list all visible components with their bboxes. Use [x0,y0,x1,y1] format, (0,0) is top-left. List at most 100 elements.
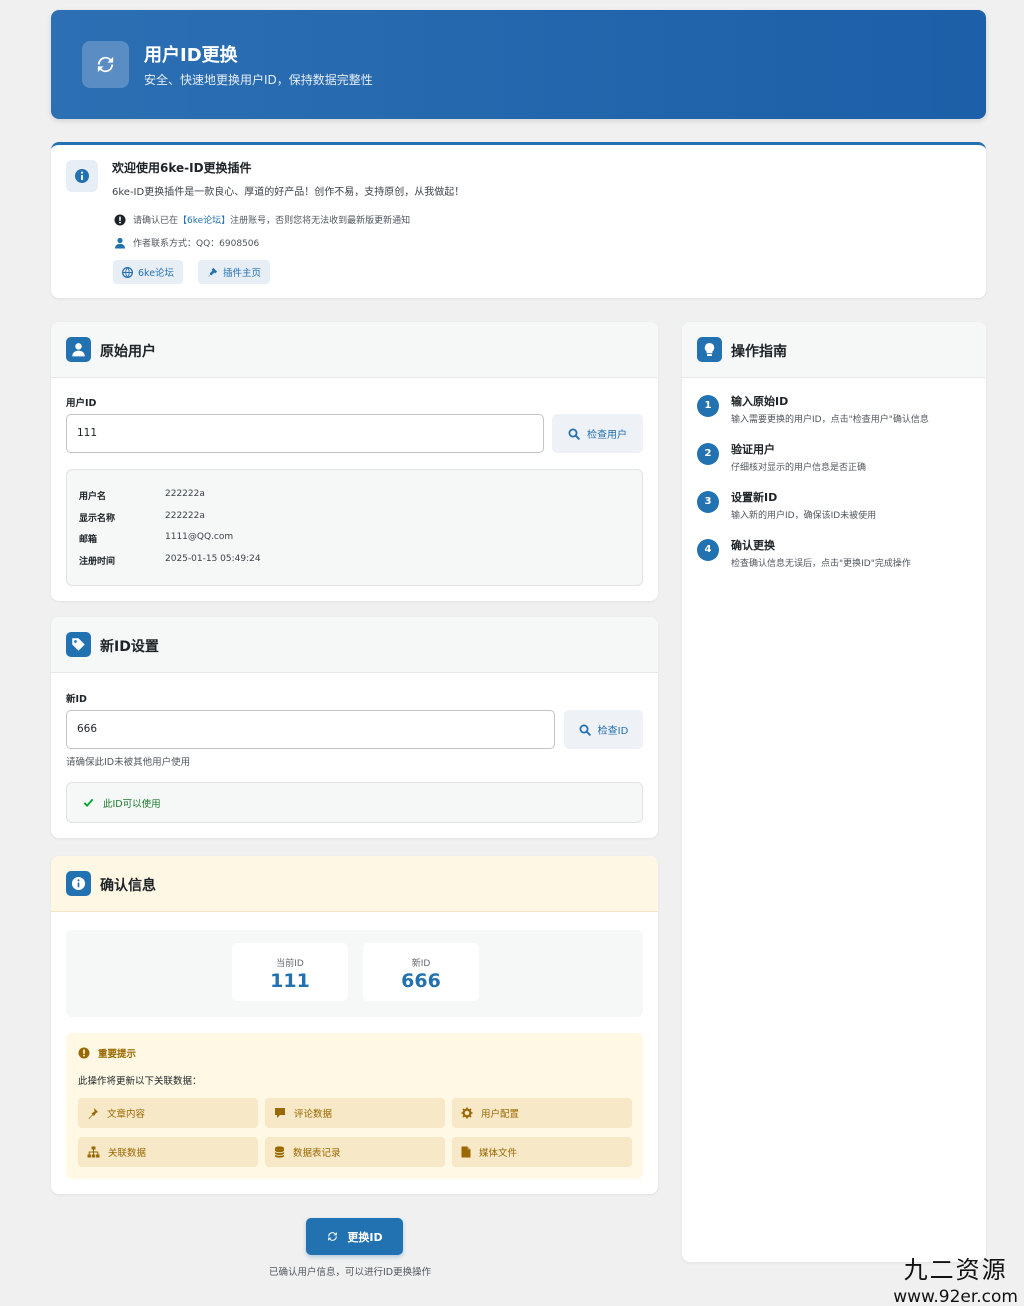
affected-item: 评论数据 [265,1098,445,1128]
step-title: 输入原始ID [731,395,789,408]
check-id-button[interactable]: 检查ID [564,710,643,749]
pin-icon [88,1108,98,1119]
info-icon [66,871,91,896]
info-value: 222222a [165,489,205,499]
confirm-title: 确认信息 [100,878,156,894]
info-row: 用户名 222222a [79,489,205,502]
watermark-url: www.92er.com [893,1287,1018,1306]
affected-item: 用户配置 [452,1098,632,1128]
info-row: 显示名称 222222a [79,511,205,524]
sync-icon [82,41,129,88]
sync-icon [328,1232,338,1241]
step-desc: 输入需要更换的用户ID，点击"检查用户"确认信息 [731,415,929,425]
user-icon [66,337,91,362]
original-user-card: 原始用户 用户ID 111 检查用户 用户名 222222a 显示名称 222222… [51,322,658,601]
step-title: 设置新ID [731,491,778,504]
info-key: 注册时间 [79,557,116,567]
affected-item-label: 文章内容 [107,1109,146,1120]
watermark: 九二资源 www.92er.com [893,1250,1018,1306]
step-number: 3 [697,491,719,513]
new-id-card: 新ID设置 新ID 666 检查ID 请确保此ID未被其他用户使用 此ID可以使… [51,617,658,838]
step-number: 2 [697,443,719,465]
change-id-label: 更换ID [347,1230,383,1244]
notice-title-row: 重要提示 [78,1046,136,1060]
user-id-label: 用户ID [66,398,97,409]
important-notice: 重要提示 此操作将更新以下关联数据： 文章内容 评论数据 用户配置 关联数据 数… [66,1033,643,1179]
affected-item: 文章内容 [78,1098,258,1128]
notice-suffix: 注册账号，否则您将无法收到最新版更新通知 [230,216,411,226]
id-compare-panel: 当前ID 111 新ID 666 [66,930,643,1017]
current-id-box: 当前ID 111 [232,943,348,1001]
guide-title: 操作指南 [731,344,787,360]
new-id-header: 新ID设置 [51,617,658,673]
info-row: 邮箱 1111@QQ.com [79,532,233,545]
user-id-input[interactable]: 111 [66,414,544,453]
guide-header: 操作指南 [682,322,986,378]
search-icon [579,724,591,736]
info-value: 1111@QQ.com [165,532,234,542]
new-id-label: 新ID [66,694,87,705]
user-info-panel: 用户名 222222a 显示名称 222222a 邮箱 1111@QQ.com 注册时… [66,469,643,586]
original-user-header: 原始用户 [51,322,658,378]
step-desc: 仔细核对显示的用户信息是否正确 [731,463,867,473]
step-desc: 检查确认信息无误后，点击"更换ID"完成操作 [731,559,911,569]
current-id-value: 111 [270,970,310,992]
gear-icon [461,1107,473,1119]
step-title: 验证用户 [731,443,775,456]
notice-prefix: 请确认已在 [133,216,179,226]
register-notice: 请确认已在【6ke论坛】注册账号，否则您将无法收到最新版更新通知 [114,213,410,226]
step-number: 4 [697,539,719,561]
confirm-card: 确认信息 当前ID 111 新ID 666 重要提示 此操作将更新以下关联数据：… [51,856,658,1194]
file-icon [461,1146,471,1158]
status-text: 此ID可以使用 [103,798,161,810]
step-desc: 输入新的用户ID，确保该ID未被使用 [731,511,877,521]
watermark-title: 九二资源 [903,1256,1008,1284]
change-id-button[interactable]: 更换ID [306,1218,403,1255]
affected-item-label: 数据表记录 [293,1148,341,1159]
search-icon [568,428,580,440]
confirm-header: 确认信息 [51,856,658,912]
globe-icon [122,266,133,278]
new-id-box: 新ID 666 [363,943,479,1001]
exclamation-icon [78,1047,90,1059]
contact-text: 作者联系方式：QQ：6908506 [133,239,260,249]
info-key: 显示名称 [79,514,116,524]
plugin-home-button[interactable]: 插件主页 [198,260,271,284]
affected-item: 媒体文件 [452,1137,632,1167]
new-id-input[interactable]: 666 [66,710,555,749]
step-title: 确认更换 [731,539,775,552]
tag-icon [66,632,91,657]
comment-icon [275,1108,285,1118]
new-id-title: 新ID设置 [100,639,159,655]
info-row: 注册时间 2025-01-15 05:49:24 [79,554,261,567]
sitemap-icon [87,1146,100,1158]
welcome-title: 欢迎使用6ke-ID更换插件 [112,161,252,175]
info-icon [66,160,98,192]
current-id-label: 当前ID [276,959,304,969]
check-user-button[interactable]: 检查用户 [552,414,643,453]
affected-item-label: 媒体文件 [479,1148,518,1159]
page-title: 用户ID更换 [144,45,238,66]
guide-card: 操作指南 1 输入原始ID 输入需要更换的用户ID，点击"检查用户"确认信息 2… [682,322,986,1262]
welcome-description: 6ke-ID更换插件是一款良心、厚道的好产品！创作不易，支持原创，从我做起！ [112,187,465,198]
welcome-card: 欢迎使用6ke-ID更换插件 6ke-ID更换插件是一款良心、厚道的好产品！创作… [51,142,986,298]
forum-button-label: 6ke论坛 [138,268,175,279]
new-id-hint: 请确保此ID未被其他用户使用 [66,757,191,768]
step-number: 1 [697,395,719,417]
affected-item: 关联数据 [78,1137,258,1167]
new-id-box-label: 新ID [411,959,431,969]
check-id-label: 检查ID [597,726,629,737]
forum-button[interactable]: 6ke论坛 [113,260,184,284]
affected-item-label: 评论数据 [294,1109,333,1120]
plug-icon [208,267,218,277]
user-icon [115,237,125,248]
info-value: 222222a [165,511,205,521]
submit-hint: 已确认用户信息，可以进行ID更换操作 [269,1267,432,1278]
affected-item-label: 用户配置 [481,1109,520,1120]
affected-item-label: 关联数据 [108,1148,147,1159]
id-available-status: 此ID可以使用 [66,782,643,823]
author-contact: 作者联系方式：QQ：6908506 [114,236,259,249]
forum-link[interactable]: 【6ke论坛】 [178,216,230,226]
info-key: 用户名 [79,492,107,502]
exclamation-icon [114,214,126,225]
